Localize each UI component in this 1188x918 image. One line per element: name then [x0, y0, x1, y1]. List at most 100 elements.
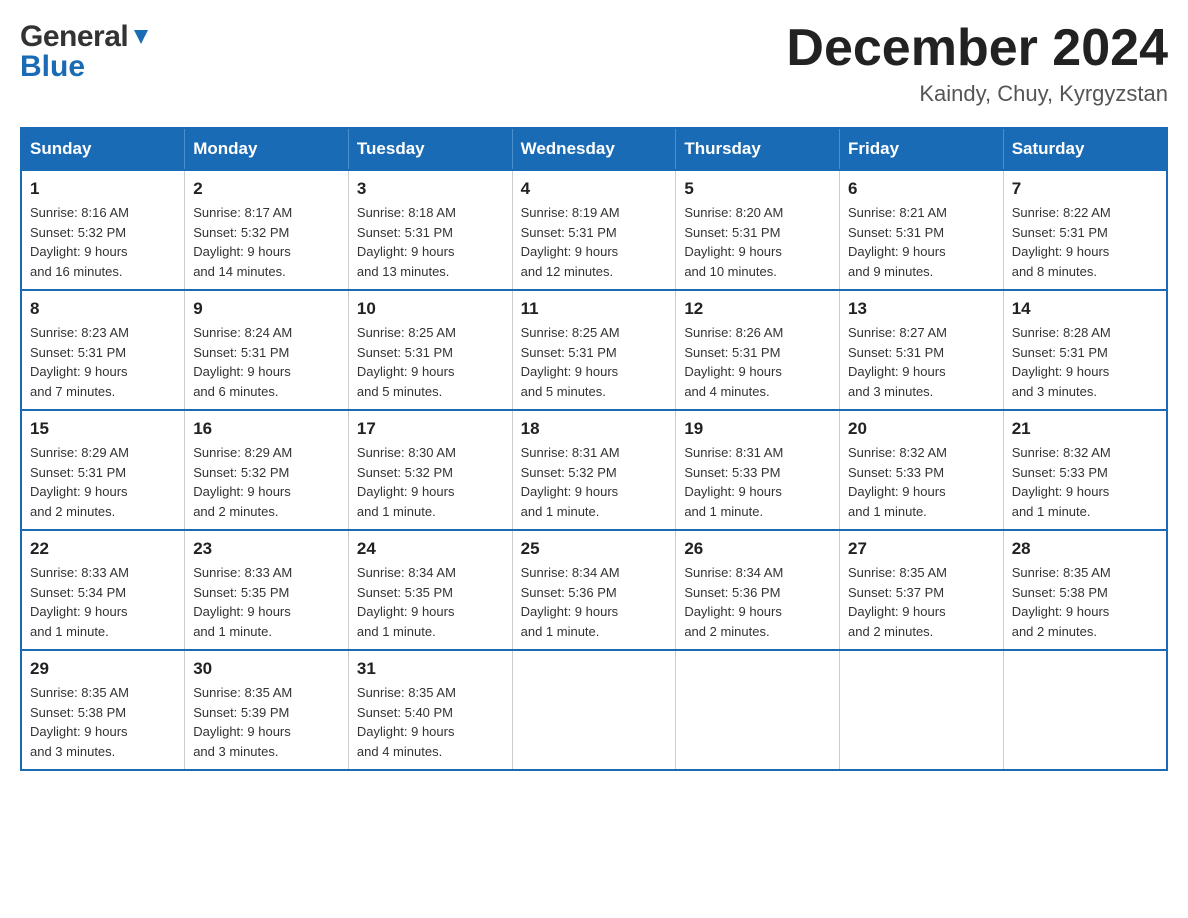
day-info: Sunrise: 8:16 AMSunset: 5:32 PMDaylight:… — [30, 203, 176, 281]
day-info: Sunrise: 8:27 AMSunset: 5:31 PMDaylight:… — [848, 323, 995, 401]
day-info: Sunrise: 8:35 AMSunset: 5:40 PMDaylight:… — [357, 683, 504, 761]
day-info: Sunrise: 8:35 AMSunset: 5:38 PMDaylight:… — [1012, 563, 1158, 641]
calendar-week-row: 22 Sunrise: 8:33 AMSunset: 5:34 PMDayligh… — [21, 530, 1167, 650]
day-info: Sunrise: 8:33 AMSunset: 5:34 PMDaylight:… — [30, 563, 176, 641]
calendar-cell: 17Sunrise: 8:30 AMSunset: 5:32 PMDayligh… — [348, 410, 512, 530]
calendar-cell: 16 Sunrise: 8:29 AMSunset: 5:32 PMDayligh… — [185, 410, 349, 530]
day-info: Sunrise: 8:19 AMSunset: 5:31 PMDaylight:… — [521, 203, 668, 281]
calendar-subtitle: Kaindy, Chuy, Kyrgyzstan — [786, 81, 1168, 107]
day-number: 27 — [848, 539, 995, 559]
day-of-week-friday: Friday — [840, 128, 1004, 170]
day-number: 4 — [521, 179, 668, 199]
day-info: Sunrise: 8:25 AMSunset: 5:31 PMDaylight:… — [357, 323, 504, 401]
day-info: Sunrise: 8:29 AMSunset: 5:31 PMDaylight:… — [30, 443, 176, 521]
calendar-cell: 2 Sunrise: 8:17 AMSunset: 5:32 PMDaylight… — [185, 170, 349, 290]
day-info: Sunrise: 8:23 AMSunset: 5:31 PMDaylight:… — [30, 323, 176, 401]
calendar-cell — [512, 650, 676, 770]
day-of-week-monday: Monday — [185, 128, 349, 170]
calendar-cell: 11 Sunrise: 8:25 AMSunset: 5:31 PMDayligh… — [512, 290, 676, 410]
day-info: Sunrise: 8:25 AMSunset: 5:31 PMDaylight:… — [521, 323, 668, 401]
day-number: 20 — [848, 419, 995, 439]
calendar-cell: 20 Sunrise: 8:32 AMSunset: 5:33 PMDayligh… — [840, 410, 1004, 530]
calendar-header-row: SundayMondayTuesdayWednesdayThursdayFrid… — [21, 128, 1167, 170]
calendar-week-row: 29 Sunrise: 8:35 AMSunset: 5:38 PMDayligh… — [21, 650, 1167, 770]
calendar-title: December 2024 — [786, 20, 1168, 77]
day-number: 9 — [193, 299, 340, 319]
day-info: Sunrise: 8:28 AMSunset: 5:31 PMDaylight:… — [1012, 323, 1158, 401]
day-number: 3 — [357, 179, 504, 199]
calendar-cell — [676, 650, 840, 770]
calendar-cell — [1003, 650, 1167, 770]
calendar-cell: 9 Sunrise: 8:24 AMSunset: 5:31 PMDaylight… — [185, 290, 349, 410]
calendar-week-row: 15 Sunrise: 8:29 AMSunset: 5:31 PMDayligh… — [21, 410, 1167, 530]
day-info: Sunrise: 8:32 AMSunset: 5:33 PMDaylight:… — [848, 443, 995, 521]
day-number: 6 — [848, 179, 995, 199]
day-of-week-tuesday: Tuesday — [348, 128, 512, 170]
day-number: 25 — [521, 539, 668, 559]
day-info: Sunrise: 8:34 AMSunset: 5:35 PMDaylight:… — [357, 563, 504, 641]
logo-blue-text: Blue — [20, 50, 85, 84]
page-header: General Blue December 2024 Kaindy, Chuy,… — [20, 20, 1168, 107]
calendar-cell: 21 Sunrise: 8:32 AMSunset: 5:33 PMDayligh… — [1003, 410, 1167, 530]
calendar-cell: 29 Sunrise: 8:35 AMSunset: 5:38 PMDayligh… — [21, 650, 185, 770]
day-number: 12 — [684, 299, 831, 319]
calendar-cell: 4 Sunrise: 8:19 AMSunset: 5:31 PMDaylight… — [512, 170, 676, 290]
day-number: 17 — [357, 419, 504, 439]
calendar-week-row: 8 Sunrise: 8:23 AMSunset: 5:31 PMDaylight… — [21, 290, 1167, 410]
calendar-cell: 23Sunrise: 8:33 AMSunset: 5:35 PMDayligh… — [185, 530, 349, 650]
day-number: 23 — [193, 539, 340, 559]
day-info: Sunrise: 8:34 AMSunset: 5:36 PMDaylight:… — [521, 563, 668, 641]
day-info: Sunrise: 8:31 AMSunset: 5:33 PMDaylight:… — [684, 443, 831, 521]
day-info: Sunrise: 8:20 AMSunset: 5:31 PMDaylight:… — [684, 203, 831, 281]
calendar-cell: 8 Sunrise: 8:23 AMSunset: 5:31 PMDaylight… — [21, 290, 185, 410]
calendar-cell: 1 Sunrise: 8:16 AMSunset: 5:32 PMDaylight… — [21, 170, 185, 290]
day-number: 15 — [30, 419, 176, 439]
day-number: 22 — [30, 539, 176, 559]
day-info: Sunrise: 8:21 AMSunset: 5:31 PMDaylight:… — [848, 203, 995, 281]
day-number: 8 — [30, 299, 176, 319]
calendar-table: SundayMondayTuesdayWednesdayThursdayFrid… — [20, 127, 1168, 771]
calendar-cell: 19 Sunrise: 8:31 AMSunset: 5:33 PMDayligh… — [676, 410, 840, 530]
logo: General Blue — [20, 20, 152, 84]
day-number: 29 — [30, 659, 176, 679]
calendar-cell: 13Sunrise: 8:27 AMSunset: 5:31 PMDayligh… — [840, 290, 1004, 410]
calendar-cell: 12Sunrise: 8:26 AMSunset: 5:31 PMDayligh… — [676, 290, 840, 410]
day-info: Sunrise: 8:29 AMSunset: 5:32 PMDaylight:… — [193, 443, 340, 521]
day-number: 26 — [684, 539, 831, 559]
day-info: Sunrise: 8:35 AMSunset: 5:38 PMDaylight:… — [30, 683, 176, 761]
calendar-cell: 26Sunrise: 8:34 AMSunset: 5:36 PMDayligh… — [676, 530, 840, 650]
day-info: Sunrise: 8:31 AMSunset: 5:32 PMDaylight:… — [521, 443, 668, 521]
day-number: 16 — [193, 419, 340, 439]
day-of-week-saturday: Saturday — [1003, 128, 1167, 170]
calendar-cell: 6 Sunrise: 8:21 AMSunset: 5:31 PMDaylight… — [840, 170, 1004, 290]
day-info: Sunrise: 8:17 AMSunset: 5:32 PMDaylight:… — [193, 203, 340, 281]
calendar-cell: 30Sunrise: 8:35 AMSunset: 5:39 PMDayligh… — [185, 650, 349, 770]
day-number: 11 — [521, 299, 668, 319]
day-number: 24 — [357, 539, 504, 559]
calendar-cell: 15 Sunrise: 8:29 AMSunset: 5:31 PMDayligh… — [21, 410, 185, 530]
calendar-cell: 22 Sunrise: 8:33 AMSunset: 5:34 PMDayligh… — [21, 530, 185, 650]
day-info: Sunrise: 8:24 AMSunset: 5:31 PMDaylight:… — [193, 323, 340, 401]
day-number: 19 — [684, 419, 831, 439]
day-number: 21 — [1012, 419, 1158, 439]
day-number: 10 — [357, 299, 504, 319]
day-number: 7 — [1012, 179, 1158, 199]
calendar-cell: 31Sunrise: 8:35 AMSunset: 5:40 PMDayligh… — [348, 650, 512, 770]
day-info: Sunrise: 8:18 AMSunset: 5:31 PMDaylight:… — [357, 203, 504, 281]
calendar-cell: 5 Sunrise: 8:20 AMSunset: 5:31 PMDaylight… — [676, 170, 840, 290]
day-info: Sunrise: 8:32 AMSunset: 5:33 PMDaylight:… — [1012, 443, 1158, 521]
calendar-cell: 14Sunrise: 8:28 AMSunset: 5:31 PMDayligh… — [1003, 290, 1167, 410]
day-number: 1 — [30, 179, 176, 199]
calendar-cell: 7Sunrise: 8:22 AMSunset: 5:31 PMDaylight… — [1003, 170, 1167, 290]
calendar-cell: 10 Sunrise: 8:25 AMSunset: 5:31 PMDayligh… — [348, 290, 512, 410]
day-number: 2 — [193, 179, 340, 199]
title-block: December 2024 Kaindy, Chuy, Kyrgyzstan — [786, 20, 1168, 107]
day-number: 28 — [1012, 539, 1158, 559]
calendar-cell: 24 Sunrise: 8:34 AMSunset: 5:35 PMDayligh… — [348, 530, 512, 650]
day-number: 5 — [684, 179, 831, 199]
calendar-cell: 25 Sunrise: 8:34 AMSunset: 5:36 PMDayligh… — [512, 530, 676, 650]
day-number: 18 — [521, 419, 668, 439]
day-of-week-sunday: Sunday — [21, 128, 185, 170]
calendar-week-row: 1 Sunrise: 8:16 AMSunset: 5:32 PMDaylight… — [21, 170, 1167, 290]
logo-general-text: General — [20, 20, 128, 54]
